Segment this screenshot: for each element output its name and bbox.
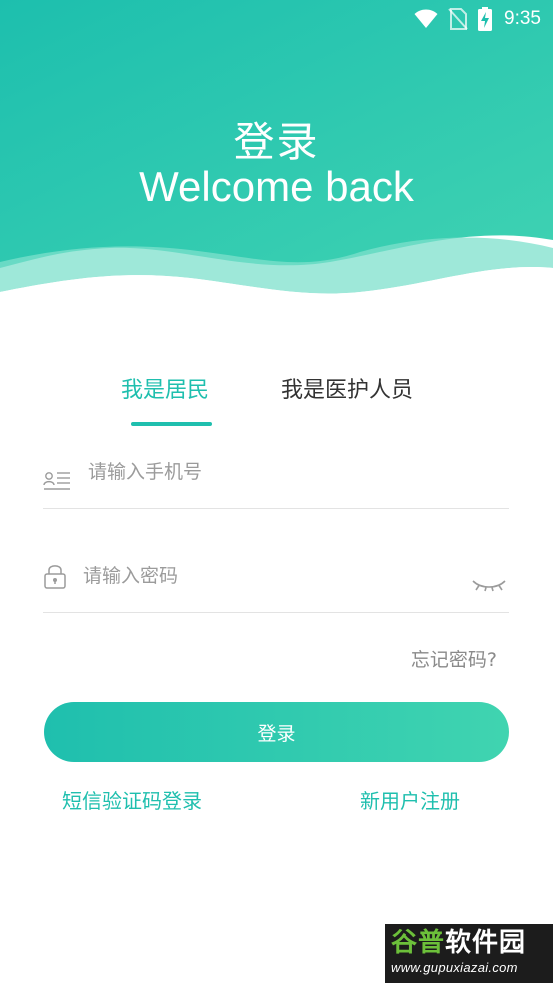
wifi-icon: [414, 9, 438, 29]
eye-closed-icon[interactable]: [471, 577, 507, 596]
battery-charging-icon: [478, 7, 493, 31]
status-time: 9:35: [504, 8, 541, 29]
header-banner: 9:35 登录 Welcome back: [0, 0, 553, 310]
watermark-logo: 谷普软件园 www.gupuxiazai.com: [385, 924, 553, 983]
phone-input[interactable]: [88, 457, 488, 487]
lock-icon: [44, 562, 66, 594]
register-link[interactable]: 新用户注册: [360, 785, 460, 814]
password-field: [43, 557, 509, 613]
watermark-brand-part1: 谷普: [391, 928, 446, 958]
role-tabs: 我是居民 我是医护人员: [0, 372, 553, 432]
forgot-password-link[interactable]: 忘记密码?: [411, 645, 497, 672]
password-input[interactable]: [83, 561, 453, 591]
sms-login-link[interactable]: 短信验证码登录: [62, 785, 202, 814]
watermark-brand-part2: 软件园: [445, 928, 527, 958]
phone-field: [43, 453, 509, 509]
tab-resident[interactable]: 我是居民: [121, 372, 209, 404]
login-button[interactable]: 登录: [44, 702, 509, 762]
id-card-icon: [43, 469, 71, 497]
page-title: 登录: [233, 118, 320, 166]
page-subtitle: Welcome back: [139, 163, 414, 210]
tab-indicator: [131, 422, 212, 426]
status-bar: 9:35: [0, 0, 553, 38]
tab-medical-staff[interactable]: 我是医护人员: [281, 372, 413, 404]
watermark-brand: 谷普软件园: [391, 928, 547, 958]
no-sim-icon: [448, 8, 468, 30]
watermark-url: www.gupuxiazai.com: [391, 960, 518, 975]
